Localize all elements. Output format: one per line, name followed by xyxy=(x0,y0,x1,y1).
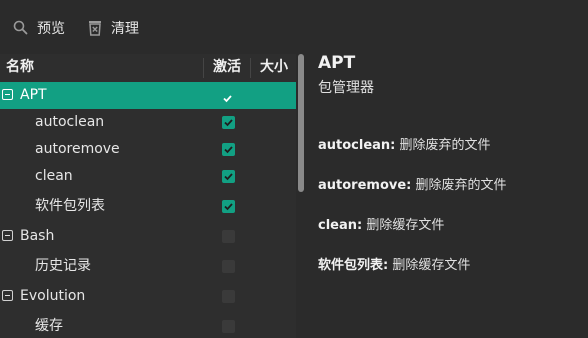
tree-row-label: autoclean xyxy=(35,114,105,130)
tree-row-label: 历史记录 xyxy=(35,258,91,274)
option-description: autoremove: 删除废弃的文件 xyxy=(318,174,507,193)
option-desc: 删除缓存文件 xyxy=(366,218,445,233)
tree-row[interactable]: 历史记录 xyxy=(0,253,296,280)
details-subtitle: 包管理器 xyxy=(318,80,374,96)
tree-row-label: Evolution xyxy=(20,288,86,304)
collapse-icon[interactable] xyxy=(2,230,13,241)
tree-scrollbar[interactable] xyxy=(298,54,304,338)
active-checkbox[interactable] xyxy=(222,89,235,103)
option-name: clean: xyxy=(318,218,363,233)
active-checkbox[interactable] xyxy=(222,170,235,183)
option-name: autoremove: xyxy=(318,178,412,193)
toolbar: 预览 清理 xyxy=(0,0,588,54)
option-desc: 删除缓存文件 xyxy=(392,258,471,273)
trash-icon xyxy=(86,19,104,37)
column-header-active[interactable]: 激活 xyxy=(213,54,241,81)
collapse-icon[interactable] xyxy=(2,290,13,301)
option-description: 软件包列表: 删除缓存文件 xyxy=(318,254,470,273)
active-checkbox[interactable] xyxy=(222,260,235,273)
collapse-icon[interactable] xyxy=(2,89,13,100)
tree-row-label: APT xyxy=(20,87,47,103)
column-separator xyxy=(203,58,204,78)
option-name: 软件包列表: xyxy=(318,258,389,273)
tree-row-label: 软件包列表 xyxy=(35,198,105,214)
tree-row[interactable]: 软件包列表 xyxy=(0,193,296,220)
tree-row[interactable]: autoremove xyxy=(0,136,296,163)
option-name: autoclean: xyxy=(318,138,396,153)
preview-label: 预览 xyxy=(37,21,65,37)
tree-row-label: 缓存 xyxy=(35,318,63,334)
tree-row-label: autoremove xyxy=(35,141,120,157)
tree-row[interactable]: clean xyxy=(0,163,296,190)
tree-row[interactable]: autoclean xyxy=(0,109,296,136)
option-description: autoclean: 删除废弃的文件 xyxy=(318,134,491,153)
active-checkbox[interactable] xyxy=(222,320,235,333)
clean-button[interactable]: 清理 xyxy=(86,16,139,40)
active-checkbox[interactable] xyxy=(222,230,235,243)
option-description: clean: 删除缓存文件 xyxy=(318,214,444,233)
cleaner-tree: 名称 激活 大小 APT autoclean autoremove clean 软件包列… xyxy=(0,54,296,338)
option-desc: 删除废弃的文件 xyxy=(399,138,491,153)
tree-row-label: clean xyxy=(35,168,73,184)
column-header-name[interactable]: 名称 xyxy=(6,54,34,81)
column-separator xyxy=(250,58,251,78)
tree-row[interactable]: Bash xyxy=(0,223,296,250)
clean-label: 清理 xyxy=(111,21,139,37)
option-desc: 删除废弃的文件 xyxy=(415,178,507,193)
tree-header: 名称 激活 大小 xyxy=(0,54,296,81)
active-checkbox[interactable] xyxy=(222,290,235,303)
active-checkbox[interactable] xyxy=(222,143,235,156)
scrollbar-thumb[interactable] xyxy=(298,54,304,192)
tree-row[interactable]: Evolution xyxy=(0,283,296,310)
active-checkbox[interactable] xyxy=(222,200,235,213)
preview-button[interactable]: 预览 xyxy=(12,16,65,40)
tree-row[interactable]: APT xyxy=(0,82,296,109)
tree-row-label: Bash xyxy=(20,228,55,244)
column-header-size[interactable]: 大小 xyxy=(260,54,288,81)
search-icon xyxy=(12,19,30,37)
details-pane: APT 包管理器 autoclean: 删除废弃的文件 autoremove: … xyxy=(306,53,588,338)
active-checkbox[interactable] xyxy=(222,116,235,129)
tree-row[interactable]: 缓存 xyxy=(0,313,296,338)
details-title: APT xyxy=(318,53,356,73)
